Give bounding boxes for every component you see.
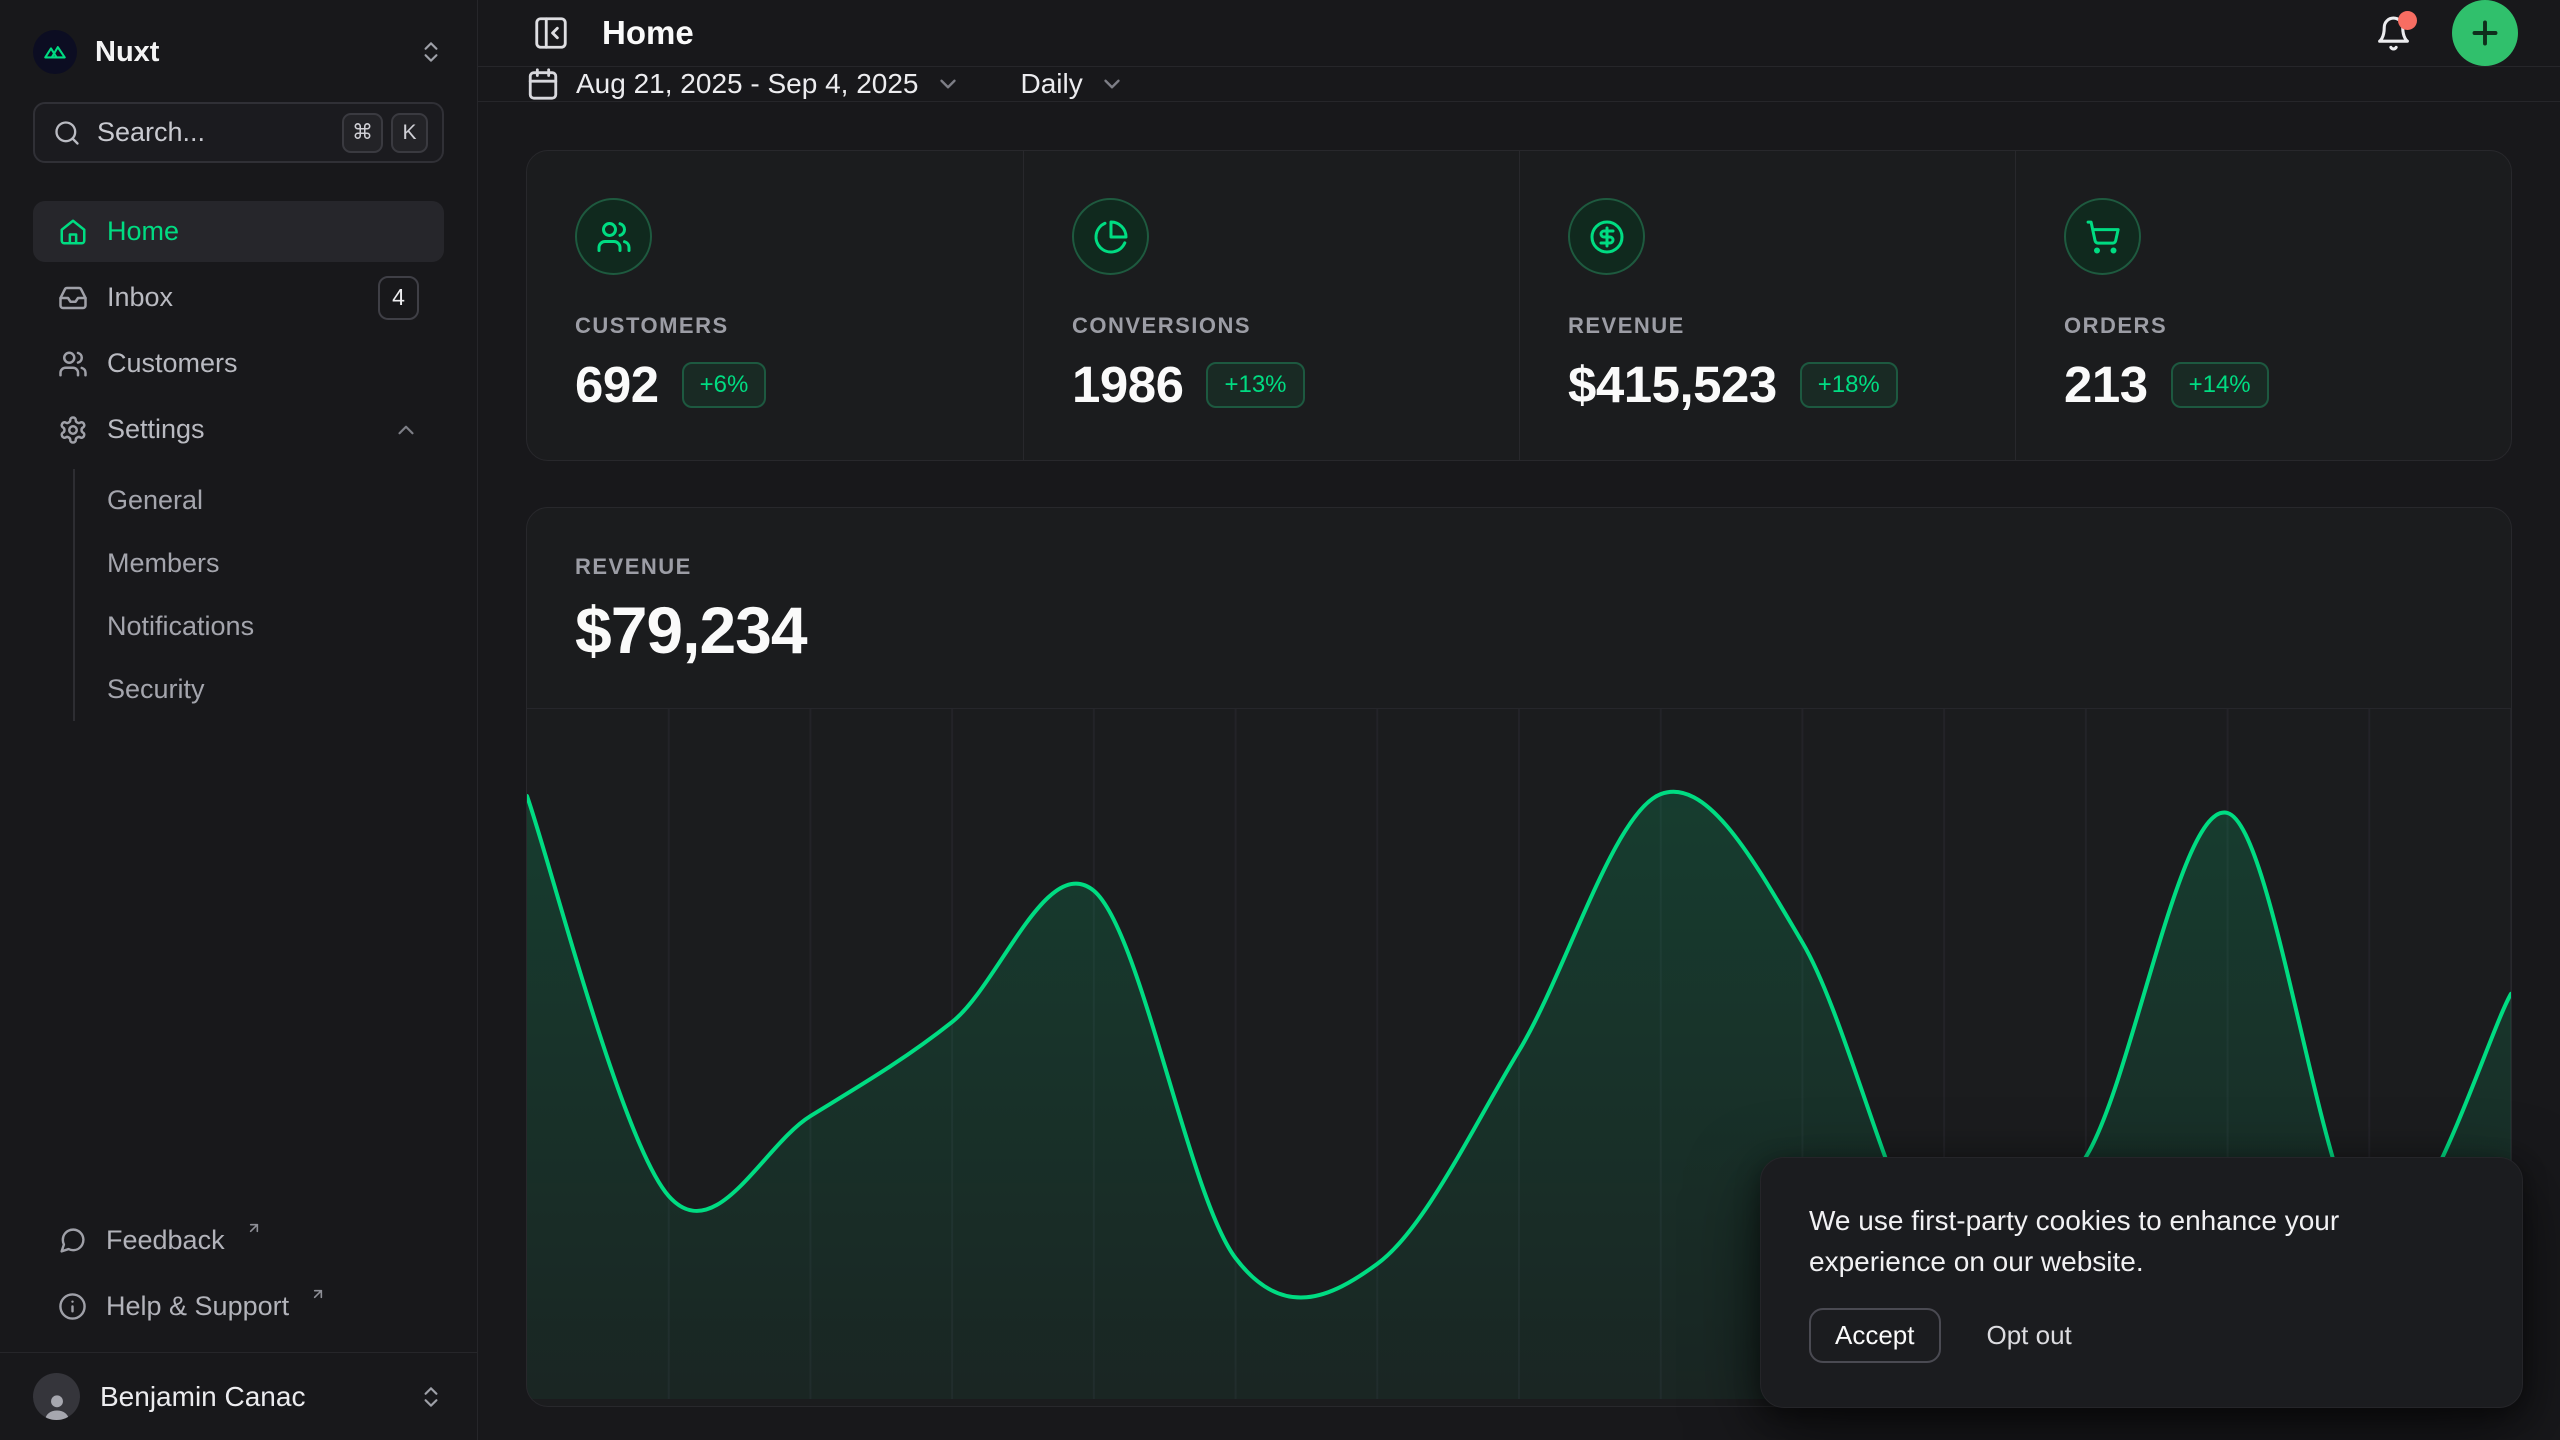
- kbd-cmd: ⌘: [342, 113, 383, 153]
- sidebar-item-label: Home: [107, 216, 419, 247]
- feedback-label: Feedback: [106, 1225, 225, 1256]
- sidebar-item-label: Settings: [107, 414, 374, 445]
- stat-card-revenue[interactable]: REVENUE $415,523 +18%: [1519, 151, 2015, 460]
- date-range-label: Aug 21, 2025 - Sep 4, 2025: [576, 68, 919, 100]
- sidebar-item-notifications[interactable]: Notifications: [75, 595, 444, 658]
- search-input[interactable]: [97, 117, 326, 148]
- inbox-count-badge: 4: [378, 276, 419, 320]
- chat-bubble-icon: [58, 1226, 87, 1255]
- chevrons-up-down-icon: [418, 1384, 444, 1410]
- search-icon: [53, 119, 81, 147]
- sidebar-item-general[interactable]: General: [75, 469, 444, 532]
- notification-dot: [2398, 11, 2417, 30]
- chevron-down-icon: [935, 71, 961, 97]
- sidebar-spacer: [33, 725, 444, 1210]
- chevrons-up-down-icon: [418, 39, 444, 65]
- settings-sub-list: General Members Notifications Security: [73, 469, 444, 721]
- header-right: [2371, 0, 2518, 66]
- stat-value: 1986: [1072, 355, 1183, 414]
- stat-value: 213: [2064, 355, 2148, 414]
- granularity-select[interactable]: Daily: [1021, 68, 1125, 100]
- external-link-icon: [310, 1286, 326, 1302]
- info-circle-icon: [58, 1292, 87, 1321]
- sidebar-item-security[interactable]: Security: [75, 658, 444, 721]
- page-title: Home: [602, 14, 694, 52]
- add-button[interactable]: [2452, 0, 2518, 66]
- stat-card-customers[interactable]: CUSTOMERS 692 +6%: [527, 151, 1023, 460]
- stat-delta-badge: +6%: [682, 362, 767, 408]
- sidebar-item-home[interactable]: Home: [33, 201, 444, 262]
- cookie-banner: We use first-party cookies to enhance yo…: [1760, 1157, 2523, 1408]
- sidebar-item-customers[interactable]: Customers: [33, 333, 444, 394]
- users-icon: [58, 349, 88, 379]
- kbd-k: K: [391, 113, 428, 153]
- stat-label: CUSTOMERS: [575, 313, 975, 339]
- workspace-switcher[interactable]: Nuxt: [33, 24, 444, 80]
- stat-delta-badge: +13%: [1206, 362, 1304, 408]
- cart-icon: [2064, 198, 2141, 275]
- home-icon: [58, 217, 88, 247]
- stat-delta-badge: +18%: [1800, 362, 1898, 408]
- calendar-icon: [526, 67, 560, 101]
- panel-left-close-icon: [532, 14, 570, 52]
- granularity-label: Daily: [1021, 68, 1083, 100]
- user-name: Benjamin Canac: [100, 1381, 398, 1413]
- chevron-down-icon: [1099, 71, 1125, 97]
- help-support-link[interactable]: Help & Support: [33, 1276, 444, 1336]
- stat-label: ORDERS: [2064, 313, 2463, 339]
- stat-delta-badge: +14%: [2171, 362, 2269, 408]
- gear-icon: [58, 415, 88, 445]
- sidebar: Nuxt ⌘ K Home Inbox 4: [0, 0, 478, 1440]
- revenue-label: REVENUE: [575, 554, 2463, 580]
- nuxt-logo-icon: [33, 30, 77, 74]
- cookie-message: We use first-party cookies to enhance yo…: [1809, 1200, 2429, 1282]
- dollar-circle-icon: [1568, 198, 1645, 275]
- nuxt-dashboard-app: { "theme": { "accent": "#00dc82", "backg…: [0, 0, 2560, 1440]
- sidebar-footer: Feedback Help & Support: [33, 1210, 444, 1352]
- stat-value: 692: [575, 355, 659, 414]
- inbox-icon: [58, 283, 88, 313]
- sidebar-item-members[interactable]: Members: [75, 532, 444, 595]
- revenue-header: REVENUE $79,234: [527, 508, 2511, 708]
- notifications-button[interactable]: [2371, 11, 2416, 56]
- search-kbd-group: ⌘ K: [342, 113, 428, 153]
- help-support-label: Help & Support: [106, 1291, 289, 1322]
- search-input-wrap[interactable]: ⌘ K: [33, 102, 444, 163]
- avatar: [33, 1373, 80, 1420]
- sidebar-nav: Home Inbox 4 Customers Settings Ge: [33, 201, 444, 725]
- revenue-total: $79,234: [575, 592, 2463, 668]
- header-left: Home: [526, 8, 694, 58]
- external-link-icon: [246, 1220, 262, 1236]
- users-icon: [575, 198, 652, 275]
- sidebar-item-label: Inbox: [107, 282, 359, 313]
- date-range-picker[interactable]: Aug 21, 2025 - Sep 4, 2025: [526, 67, 961, 101]
- stat-value: $415,523: [1568, 355, 1777, 414]
- cookie-actions: Accept Opt out: [1809, 1308, 2474, 1363]
- pie-chart-icon: [1072, 198, 1149, 275]
- sidebar-item-inbox[interactable]: Inbox 4: [33, 267, 444, 328]
- collapse-sidebar-button[interactable]: [526, 8, 576, 58]
- stat-label: CONVERSIONS: [1072, 313, 1471, 339]
- stat-card-conversions[interactable]: CONVERSIONS 1986 +13%: [1023, 151, 1519, 460]
- sidebar-item-settings[interactable]: Settings: [33, 399, 444, 460]
- workspace-name: Nuxt: [95, 36, 400, 69]
- chevron-up-icon: [393, 417, 419, 443]
- page-header: Home: [478, 0, 2560, 67]
- filter-toolbar: Aug 21, 2025 - Sep 4, 2025 Daily: [478, 67, 2560, 102]
- user-menu[interactable]: Benjamin Canac: [33, 1353, 444, 1440]
- stat-label: REVENUE: [1568, 313, 1967, 339]
- opt-out-button[interactable]: Opt out: [1987, 1320, 2072, 1351]
- stat-card-orders[interactable]: ORDERS 213 +14%: [2015, 151, 2511, 460]
- sidebar-item-label: Customers: [107, 348, 419, 379]
- plus-icon: [2467, 15, 2503, 51]
- stats-panel: CUSTOMERS 692 +6% CONVERSIONS 1986 +13%: [526, 150, 2512, 461]
- feedback-link[interactable]: Feedback: [33, 1210, 444, 1270]
- accept-button[interactable]: Accept: [1809, 1308, 1941, 1363]
